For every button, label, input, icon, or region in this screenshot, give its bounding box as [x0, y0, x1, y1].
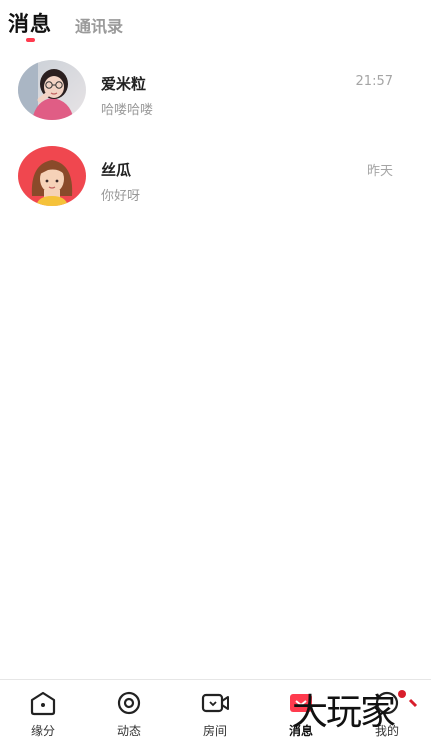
top-tab-header: 消息 通讯录 [0, 0, 431, 50]
tab-label: 动态 [116, 724, 141, 738]
photo-avatar-image [18, 60, 86, 120]
home-icon [30, 691, 56, 716]
tab-messages[interactable]: 消息 [8, 8, 52, 38]
conversation-item[interactable]: 丝瓜 你好呀 昨天 [0, 132, 431, 218]
cartoon-girl-avatar-image [18, 146, 86, 206]
tab-label: 房间 [202, 724, 227, 738]
tab-moments[interactable]: 动态 [86, 680, 172, 743]
conversation-item[interactable]: 爱米粒 哈喽哈喽 21:57 [0, 46, 431, 132]
message-time: 21:57 [355, 74, 393, 89]
contact-name: 丝瓜 [101, 161, 132, 179]
tab-rooms[interactable]: 房间 [172, 680, 258, 743]
active-tab-indicator [26, 38, 35, 42]
circle-eye-icon [117, 691, 141, 715]
svg-text:大玩家: 大玩家 [292, 692, 395, 732]
video-camera-icon [201, 693, 229, 713]
tab-label: 缘分 [30, 724, 55, 738]
tab-contacts[interactable]: 通讯录 [75, 13, 123, 37]
contact-name: 爱米粒 [101, 75, 147, 93]
message-time: 昨天 [366, 164, 393, 179]
photo-avatar[interactable] [18, 60, 86, 120]
message-preview: 哈喽哈喽 [101, 103, 154, 118]
watermark-logo: 大玩家 [292, 690, 418, 732]
cartoon-girl-avatar[interactable] [18, 146, 86, 206]
tab-fate[interactable]: 缘分 [0, 680, 86, 743]
message-preview: 你好呀 [101, 189, 141, 204]
